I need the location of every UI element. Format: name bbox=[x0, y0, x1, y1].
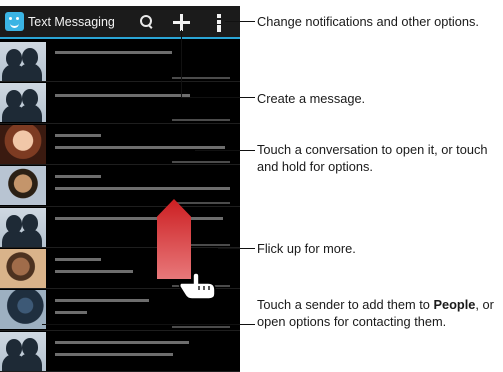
avatar[interactable] bbox=[0, 124, 46, 164]
conversation-time-bar bbox=[172, 202, 230, 205]
avatar[interactable] bbox=[0, 331, 46, 371]
conversation-preview-bar bbox=[55, 352, 173, 356]
conversation-row[interactable] bbox=[0, 331, 240, 372]
conversation-sender-bar bbox=[55, 216, 223, 220]
text-messaging-app-icon bbox=[5, 12, 24, 31]
conversation-row[interactable] bbox=[0, 82, 240, 124]
callout-line-sender bbox=[42, 324, 255, 325]
callout-conversation: Touch a conversation to open it, or touc… bbox=[257, 142, 488, 174]
phone-screen: Text Messaging bbox=[0, 6, 240, 372]
compose-icon[interactable] bbox=[173, 14, 190, 31]
conversation-sender-bar bbox=[55, 94, 190, 98]
conversation-sender-bar bbox=[55, 299, 149, 303]
conversation-time-bar bbox=[172, 119, 230, 122]
conversation-preview-bar bbox=[55, 145, 225, 149]
avatar[interactable] bbox=[0, 248, 46, 288]
conversation-list bbox=[0, 41, 240, 372]
callout-flick: Flick up for more. bbox=[257, 241, 356, 256]
avatar[interactable] bbox=[0, 42, 46, 81]
conversation-row[interactable] bbox=[0, 124, 240, 166]
callout-menu: Change notifications and other options. bbox=[257, 14, 479, 29]
callout-line-compose-vertical bbox=[181, 30, 182, 97]
conversation-time-bar bbox=[172, 326, 230, 329]
callout-line-menu bbox=[225, 21, 255, 22]
hand-pointer-icon bbox=[178, 272, 216, 300]
callout-sender-people: People bbox=[433, 297, 476, 312]
avatar[interactable] bbox=[0, 166, 46, 206]
callout-line-conversation bbox=[195, 150, 255, 151]
conversation-preview-bar bbox=[55, 187, 230, 191]
callout-line-compose bbox=[181, 97, 255, 98]
conversation-preview-bar bbox=[55, 269, 133, 273]
callout-line-flick bbox=[218, 248, 255, 249]
app-title: Text Messaging bbox=[28, 15, 115, 29]
action-bar: Text Messaging bbox=[0, 6, 240, 39]
conversation-sender-bar bbox=[55, 175, 101, 179]
conversation-row[interactable] bbox=[0, 165, 240, 207]
conversation-sender-bar bbox=[55, 257, 101, 261]
conversation-row[interactable] bbox=[0, 41, 240, 83]
callout-compose: Create a message. bbox=[257, 91, 366, 106]
conversation-row[interactable] bbox=[0, 207, 240, 248]
conversation-sender-bar bbox=[55, 51, 172, 54]
avatar[interactable] bbox=[0, 290, 46, 330]
conversation-preview-bar bbox=[55, 311, 87, 315]
conversation-time-bar bbox=[186, 243, 230, 246]
callout-sender-text-1: Touch a sender to add them to bbox=[257, 297, 434, 312]
menu-icon[interactable] bbox=[214, 14, 224, 32]
avatar[interactable] bbox=[0, 83, 46, 123]
search-icon[interactable] bbox=[140, 15, 154, 29]
callout-sender: Touch a sender to add them to People, or… bbox=[257, 296, 502, 330]
conversation-sender-bar bbox=[55, 340, 189, 344]
conversation-sender-bar bbox=[55, 133, 101, 137]
avatar[interactable] bbox=[0, 207, 46, 247]
conversation-time-bar bbox=[172, 160, 230, 163]
